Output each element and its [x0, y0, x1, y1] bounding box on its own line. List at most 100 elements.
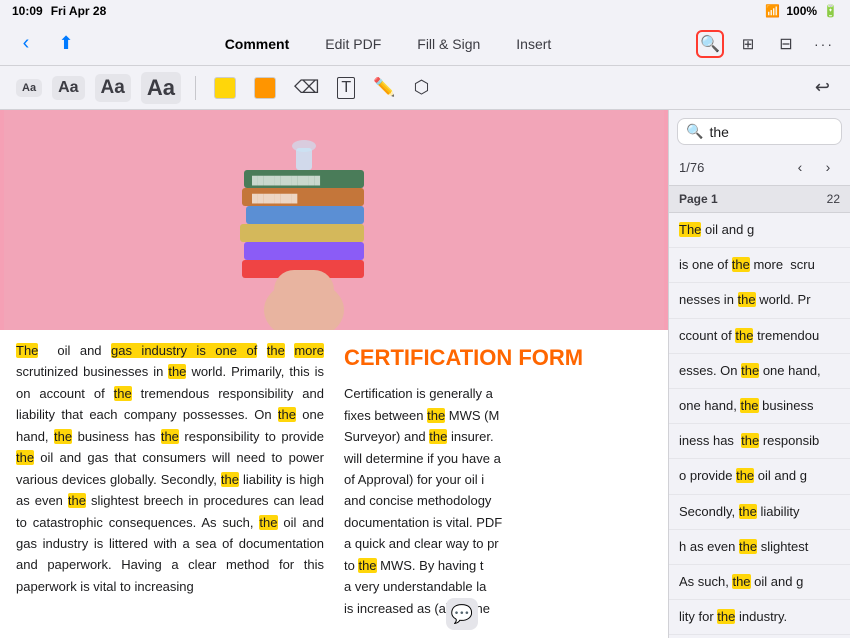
lasso-button[interactable]: ⬡ — [410, 73, 434, 102]
result-highlight-9: the — [739, 539, 757, 554]
page-thumbnail-button[interactable]: ⊟ — [772, 30, 800, 58]
font-size-medium-button[interactable]: Aa — [52, 76, 84, 100]
result-highlight-2: the — [738, 292, 756, 307]
page-result-count: 22 — [827, 192, 840, 206]
search-result-10[interactable]: As such, the oil and g — [669, 565, 850, 600]
eraser-icon: ⌫ — [294, 77, 319, 98]
search-page-header: Page 1 22 — [669, 186, 850, 213]
search-button[interactable]: 🔍 — [696, 30, 724, 58]
result-highlight-0: The — [679, 222, 701, 237]
grid-icon: ⊞ — [742, 35, 755, 53]
comment-icon: 💬 — [451, 604, 473, 625]
highlight-the-7: the — [161, 429, 179, 444]
battery-label: 100% — [786, 4, 817, 18]
time-label: 10:09 — [12, 4, 43, 18]
search-count-label: 1/76 — [679, 160, 704, 175]
search-panel: 🔍 ✕ 1/76 ‹ › Page 1 22 The oil and g is … — [668, 110, 850, 638]
orange-highlight-icon — [254, 77, 276, 99]
search-prev-button[interactable]: ‹ — [788, 155, 812, 179]
search-navigation: 1/76 ‹ › — [669, 153, 850, 186]
search-next-button[interactable]: › — [816, 155, 840, 179]
eraser-button[interactable]: ⌫ — [290, 73, 323, 102]
back-button[interactable]: ‹ — [12, 30, 40, 58]
annotation-toolbar: Aa Aa Aa Aa ⌫ T ✏️ ⬡ ↩ — [0, 66, 850, 110]
font-size-large-button[interactable]: Aa — [95, 74, 131, 102]
highlight-the-9: the — [221, 472, 239, 487]
highlight-orange-button[interactable] — [250, 73, 280, 103]
top-nav-bar: ‹ ⬆ Comment Edit PDF Fill & Sign Insert … — [0, 22, 850, 66]
search-result-4[interactable]: esses. On the one hand, — [669, 354, 850, 389]
search-result-9[interactable]: h as even the slightest — [669, 530, 850, 565]
battery-icon: 🔋 — [823, 4, 838, 18]
markup-icon: ✏️ — [373, 77, 395, 98]
search-glass-icon: 🔍 — [686, 123, 703, 140]
search-result-2[interactable]: nesses in the world. Pr — [669, 283, 850, 318]
pdf-text-content: The oil and gas industry is one of the m… — [0, 330, 668, 638]
result-highlight-10: the — [732, 574, 750, 589]
search-result-5[interactable]: one hand, the business — [669, 389, 850, 424]
thumbnail-icon: ⊟ — [779, 34, 792, 54]
search-result-0[interactable]: The oil and g — [669, 213, 850, 248]
main-content-area: ████████████ ████████ The oil and gas in… — [0, 110, 850, 638]
highlight-the-2: the — [267, 343, 285, 358]
highlight-the-r1: the — [427, 408, 445, 423]
font-size-small-button[interactable]: Aa — [16, 79, 42, 97]
status-bar: 10:09 Fri Apr 28 📶 100% 🔋 — [0, 0, 850, 22]
search-result-1[interactable]: is one of the more scru — [669, 248, 850, 283]
lasso-icon: ⬡ — [414, 77, 430, 98]
pdf-viewer[interactable]: ████████████ ████████ The oil and gas in… — [0, 110, 668, 638]
text-icon: T — [337, 77, 355, 99]
header-illustration: ████████████ ████████ — [4, 110, 664, 330]
result-highlight-8: the — [739, 504, 757, 519]
search-results-list[interactable]: The oil and g is one of the more scru ne… — [669, 213, 850, 638]
highlight-the-r2: the — [429, 429, 447, 444]
tab-insert[interactable]: Insert — [510, 32, 557, 56]
svg-text:████████████: ████████████ — [252, 175, 320, 186]
search-input-container: 🔍 ✕ — [677, 118, 842, 145]
highlight-the-4: the — [114, 386, 132, 401]
share-button[interactable]: ⬆ — [52, 30, 80, 58]
highlight-gas: gas industry is one of — [111, 343, 257, 358]
highlight-the-5: the — [278, 407, 296, 422]
highlight-the-10: the — [68, 493, 86, 508]
text-tool-button[interactable]: T — [333, 73, 359, 103]
highlight-the-6: the — [54, 429, 72, 444]
search-result-6[interactable]: iness has the responsib — [669, 424, 850, 459]
result-highlight-3: the — [735, 328, 753, 343]
undo-icon: ↩ — [815, 77, 830, 98]
left-text-column: The oil and gas industry is one of the m… — [16, 340, 324, 628]
undo-button[interactable]: ↩ — [811, 73, 834, 102]
grid-view-button[interactable]: ⊞ — [734, 30, 762, 58]
font-size-xlarge-button[interactable]: Aa — [141, 72, 181, 104]
highlight-the-r3: the — [358, 558, 376, 573]
search-icon: 🔍 — [700, 34, 720, 54]
search-result-8[interactable]: Secondly, the liability — [669, 495, 850, 530]
markup-button[interactable]: ✏️ — [369, 73, 399, 102]
highlight-yellow-button[interactable] — [210, 73, 240, 103]
search-input[interactable] — [709, 124, 850, 140]
search-result-3[interactable]: ccount of the tremendou — [669, 319, 850, 354]
highlight-the-11: the — [259, 515, 277, 530]
certification-title: CERTIFICATION FORM — [344, 340, 652, 375]
date-label: Fri Apr 28 — [51, 4, 107, 18]
result-highlight-5: the — [740, 398, 758, 413]
search-result-7[interactable]: o provide the oil and g — [669, 459, 850, 494]
svg-text:████████: ████████ — [252, 193, 298, 204]
wifi-icon: 📶 — [765, 4, 780, 18]
tab-fill-sign[interactable]: Fill & Sign — [411, 32, 486, 56]
pdf-header-image: ████████████ ████████ — [0, 110, 668, 330]
more-options-button[interactable]: ··· — [810, 30, 838, 58]
toolbar-separator-1 — [195, 76, 196, 100]
result-highlight-6: the — [741, 433, 759, 448]
tab-edit-pdf[interactable]: Edit PDF — [319, 32, 387, 56]
highlight-the-1: The — [16, 343, 38, 358]
floating-action-button[interactable]: 💬 — [446, 598, 478, 630]
highlight-the-3: the — [168, 364, 186, 379]
search-result-11[interactable]: lity for the industry. — [669, 600, 850, 635]
ellipsis-icon: ··· — [814, 36, 834, 52]
result-highlight-1: the — [732, 257, 750, 272]
result-highlight-7: the — [736, 468, 754, 483]
result-highlight-11: the — [717, 609, 735, 624]
tab-comment[interactable]: Comment — [219, 32, 296, 56]
yellow-highlight-icon — [214, 77, 236, 99]
